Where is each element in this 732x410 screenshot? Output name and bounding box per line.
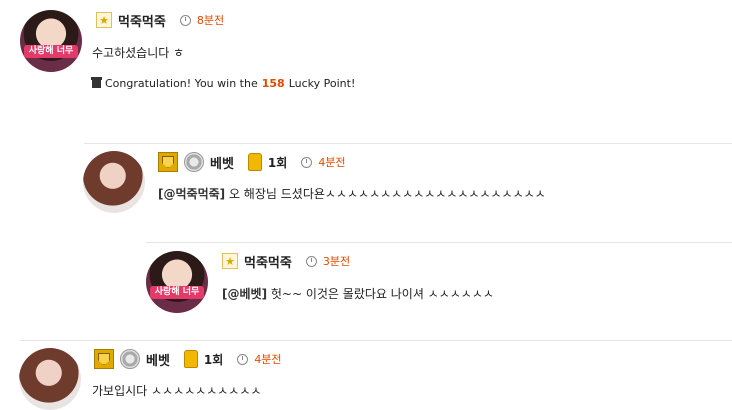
- lucky-points: 158: [261, 77, 285, 90]
- hand-icon: [247, 153, 262, 171]
- comment-text: [@먹죽먹죽] 오 해장님 드셨다욘ㅅㅅㅅㅅㅅㅅㅅㅅㅅㅅㅅㅅㅅㅅㅅㅅㅅㅅㅅㅅ: [158, 185, 546, 202]
- level-star-icon: ★: [96, 12, 112, 28]
- avatar-tag: 사랑해 너무: [150, 286, 204, 299]
- lucky-point-message: Congratulation! You win the 158 Lucky Po…: [91, 76, 356, 90]
- comment-item: 베벳 1회 4분전 가보입시다 ㅅㅅㅅㅅㅅㅅㅅㅅㅅㅅ: [0, 341, 732, 410]
- comment-text: 가보입시다 ㅅㅅㅅㅅㅅㅅㅅㅅㅅㅅ: [92, 382, 261, 399]
- visit-count: 1회: [267, 155, 288, 170]
- comment-item: 베벳 1회 4분전 [@먹죽먹죽] 오 해장님 드셨다욘ㅅㅅㅅㅅㅅㅅㅅㅅㅅㅅㅅㅅ…: [0, 144, 732, 244]
- badge-icon: [184, 152, 204, 172]
- author-name[interactable]: 먹죽먹죽: [118, 11, 166, 30]
- mention[interactable]: [@베벳]: [222, 287, 267, 301]
- lucky-suffix: Lucky Point!: [288, 77, 356, 90]
- comment-time: 4분전: [254, 353, 282, 366]
- level-shield-icon: [158, 152, 178, 172]
- comment-header: 베벳 1회 4분전: [94, 349, 282, 369]
- avatar[interactable]: 사랑해 너무: [20, 10, 82, 72]
- avatar[interactable]: [19, 348, 81, 410]
- clock-icon: [237, 353, 249, 365]
- comment-item: 사랑해 너무 ★ 먹죽먹죽 8분전 수고하셨습니다 ㅎ Congratulati…: [0, 0, 732, 130]
- level-shield-icon: [94, 349, 114, 369]
- comment-time: 8분전: [196, 14, 225, 27]
- comment-text-body: 가보입시다 ㅅㅅㅅㅅㅅㅅㅅㅅㅅㅅ: [92, 384, 262, 398]
- comment-time: 4분전: [318, 156, 346, 169]
- mention[interactable]: [@먹죽먹죽]: [158, 187, 225, 201]
- comment-text-body: 수고하셨습니다 ㅎ: [92, 46, 185, 60]
- visit-count: 1회: [203, 352, 224, 367]
- avatar-tag: 사랑해 너무: [24, 45, 78, 58]
- avatar[interactable]: 사랑해 너무: [146, 251, 208, 313]
- clock-icon: [179, 14, 191, 26]
- clock-icon: [305, 255, 317, 267]
- comment-text-body: 오 해장님 드셨다욘ㅅㅅㅅㅅㅅㅅㅅㅅㅅㅅㅅㅅㅅㅅㅅㅅㅅㅅㅅㅅ: [225, 187, 546, 201]
- comment-text-body: 헛~~ 이것은 몰랐다요 나이셔 ㅅㅅㅅㅅㅅㅅ: [267, 287, 494, 301]
- clock-icon: [301, 156, 313, 168]
- comment-header: ★ 먹죽먹죽 3분전: [222, 251, 350, 271]
- author-name[interactable]: 먹죽먹죽: [244, 252, 292, 271]
- author-name[interactable]: 베벳: [146, 350, 170, 369]
- comment-text: [@베벳] 헛~~ 이것은 몰랐다요 나이셔 ㅅㅅㅅㅅㅅㅅ: [222, 285, 494, 302]
- avatar[interactable]: [83, 151, 145, 213]
- gift-icon: [91, 76, 102, 88]
- comment-item: 사랑해 너무 ★ 먹죽먹죽 3분전 [@베벳] 헛~~ 이것은 몰랐다요 나이셔…: [0, 243, 732, 338]
- hand-icon: [183, 350, 198, 368]
- badge-icon: [120, 349, 140, 369]
- comment-time: 3분전: [322, 255, 351, 268]
- level-star-icon: ★: [222, 253, 238, 269]
- comment-header: ★ 먹죽먹죽 8분전: [96, 10, 224, 30]
- lucky-prefix: Congratulation! You win the: [105, 77, 258, 90]
- author-name[interactable]: 베벳: [210, 153, 234, 172]
- comment-text: 수고하셨습니다 ㅎ: [92, 44, 184, 61]
- comment-header: 베벳 1회 4분전: [158, 152, 346, 172]
